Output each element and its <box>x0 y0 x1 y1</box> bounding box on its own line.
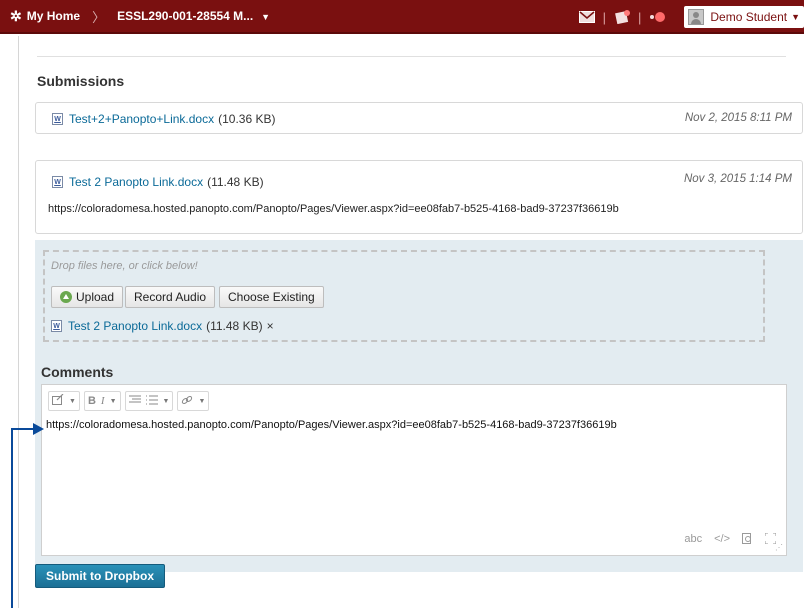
chevron-down-icon: ▼ <box>791 12 800 22</box>
annotation-line <box>11 428 13 608</box>
course-selector[interactable]: ESSL290-001-28554 M... ▼ <box>117 9 270 23</box>
word-document-icon: W <box>52 176 63 188</box>
divider <box>37 56 786 57</box>
toolbar-group: B I ▼ <box>83 391 121 411</box>
comments-text[interactable]: https://coloradomesa.hosted.panopto.com/… <box>46 419 617 431</box>
dropzone-hint: Drop files here, or click below! <box>51 260 198 272</box>
file-link[interactable]: Test 2 Panopto Link.docx <box>68 319 202 333</box>
submission-item: W Test 2 Panopto Link.docx (11.48 KB) No… <box>35 160 803 234</box>
editor-toolbar: ▼ B I ▼ ▼ ▼ <box>48 391 210 411</box>
file-size: (10.36 KB) <box>218 112 276 126</box>
submission-date: Nov 2, 2015 8:11 PM <box>684 112 792 124</box>
dropzone[interactable]: Drop files here, or click below! Upload … <box>43 250 765 342</box>
course-label: ESSL290-001-28554 M... <box>117 9 254 23</box>
choose-existing-button[interactable]: Choose Existing <box>219 286 324 308</box>
comments-title: Comments <box>41 364 114 380</box>
upload-label: Upload <box>76 290 115 304</box>
submission-date: Nov 3, 2015 1:14 PM <box>683 173 792 185</box>
file-size: (11.48 KB) <box>206 319 263 333</box>
file-row: W Test+2+Panopto+Link.docx (10.36 KB) <box>52 112 275 126</box>
submit-label: Submit to Dropbox <box>46 569 154 583</box>
user-name: Demo Student <box>710 10 788 24</box>
updates-icon[interactable] <box>613 10 631 24</box>
home-link[interactable]: ✲ My Home <box>0 8 80 25</box>
align-icon[interactable] <box>128 395 141 408</box>
avatar <box>688 9 705 25</box>
chevron-down-icon[interactable]: ▼ <box>69 398 76 405</box>
home-label: My Home <box>26 9 81 23</box>
comments-editor[interactable]: ▼ B I ▼ ▼ ▼ https://coloradomesa.hosted.… <box>41 384 787 556</box>
submit-to-dropbox-button[interactable]: Submit to Dropbox <box>35 564 165 588</box>
resize-handle-icon[interactable]: ⋰ <box>775 543 783 552</box>
submissions-title: Submissions <box>37 73 125 89</box>
source-code-icon[interactable]: </> <box>714 533 730 547</box>
user-menu[interactable]: Demo Student ▼ <box>684 6 804 28</box>
chevron-down-icon[interactable]: ▼ <box>110 398 117 405</box>
upload-button[interactable]: Upload <box>51 286 124 308</box>
toolbar-group: ▼ <box>48 391 80 411</box>
remove-file-icon[interactable]: × <box>267 319 274 333</box>
home-icon: ✲ <box>10 7 22 24</box>
file-row: W Test 2 Panopto Link.docx (11.48 KB) <box>52 175 264 189</box>
alerts-icon[interactable] <box>648 10 666 24</box>
breadcrumb-separator: 〉 <box>92 9 106 25</box>
file-link[interactable]: Test+2+Panopto+Link.docx <box>69 112 214 126</box>
list-icon[interactable] <box>145 395 158 408</box>
attached-file: W Test 2 Panopto Link.docx (11.48 KB) × <box>51 319 274 333</box>
divider: | <box>637 9 642 25</box>
record-audio-button[interactable]: Record Audio <box>125 286 216 308</box>
link-icon[interactable] <box>181 395 193 408</box>
file-size: (11.48 KB) <box>207 175 264 189</box>
chevron-down-icon[interactable]: ▼ <box>163 398 170 405</box>
annotation-line <box>11 428 35 430</box>
toolbar-group: ▼ <box>124 391 174 411</box>
chevron-down-icon[interactable]: ▼ <box>198 398 205 405</box>
preview-icon[interactable] <box>742 533 753 547</box>
upload-area: Drop files here, or click below! Upload … <box>35 240 803 572</box>
submission-item: W Test+2+Panopto+Link.docx (10.36 KB) No… <box>35 102 803 134</box>
record-audio-label: Record Audio <box>134 290 207 304</box>
submission-url: https://coloradomesa.hosted.panopto.com/… <box>48 203 619 215</box>
upload-icon <box>60 291 72 303</box>
word-document-icon: W <box>51 320 62 332</box>
toolbar-group: ▼ <box>177 391 210 411</box>
navbar: ✲ My Home 〉 ESSL290-001-28554 M... ▼ | | … <box>0 0 804 34</box>
annotation-arrow-icon <box>33 423 44 435</box>
insert-stuff-icon[interactable] <box>52 393 64 408</box>
word-document-icon: W <box>52 113 63 125</box>
chevron-down-icon: ▼ <box>261 12 271 22</box>
navbar-tools: | | Demo Student ▼ <box>578 0 804 34</box>
mail-icon[interactable] <box>578 10 596 24</box>
file-link[interactable]: Test 2 Panopto Link.docx <box>69 175 203 189</box>
spellcheck-icon[interactable]: abc <box>684 533 702 547</box>
italic-button[interactable]: I <box>101 395 105 407</box>
bold-button[interactable]: B <box>88 395 96 407</box>
editor-footer-tools: abc </> <box>684 532 777 547</box>
divider: | <box>602 9 606 25</box>
content-frame: Submissions W Test+2+Panopto+Link.docx (… <box>18 36 804 608</box>
choose-existing-label: Choose Existing <box>228 290 315 304</box>
